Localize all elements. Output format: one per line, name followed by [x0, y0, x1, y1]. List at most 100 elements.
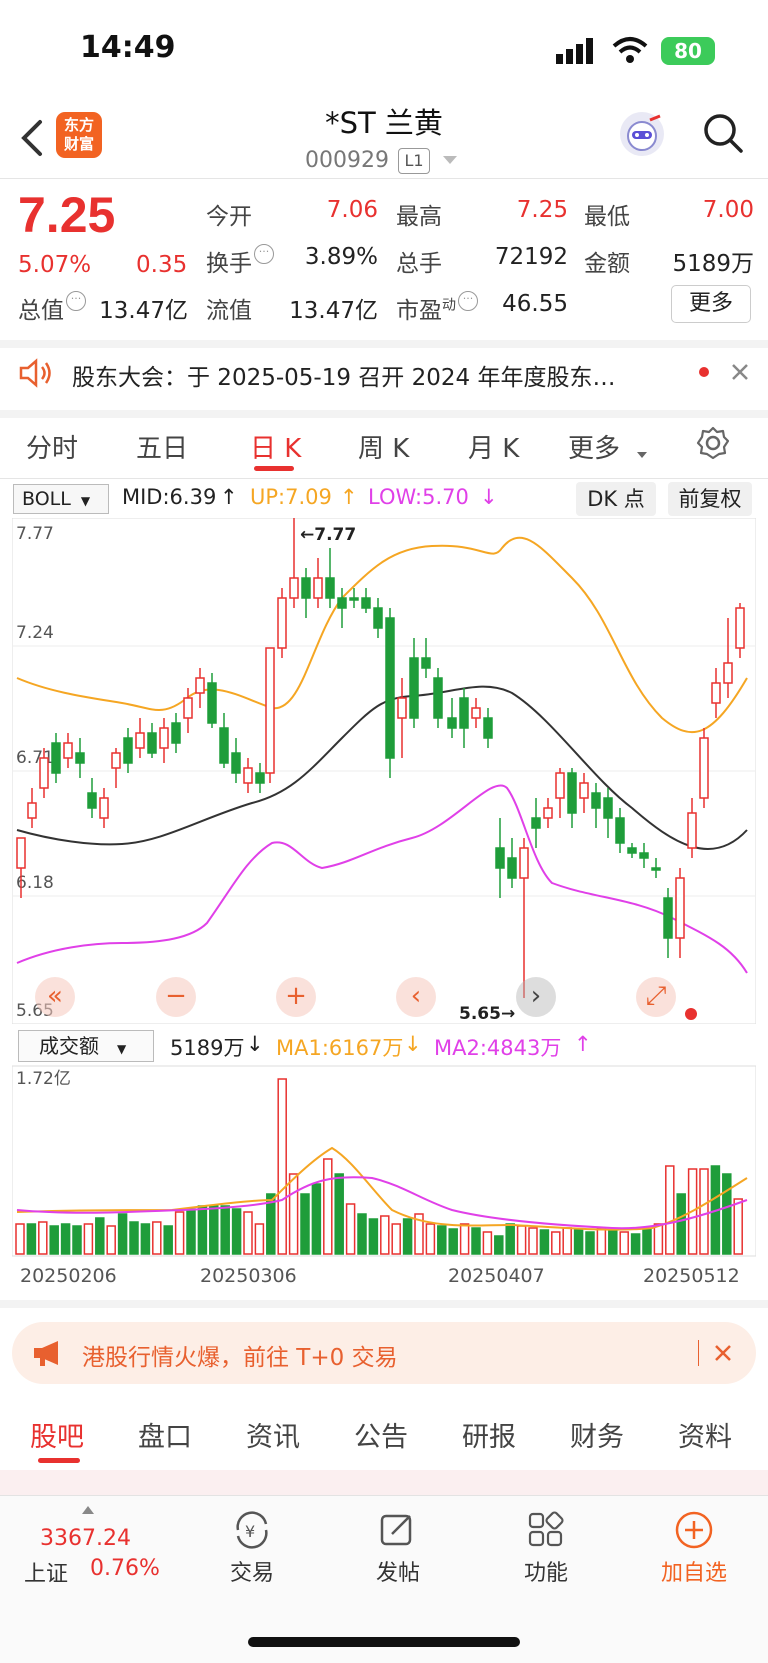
close-icon[interactable]	[730, 362, 750, 382]
change-percent: 5.07%	[18, 252, 92, 278]
scroll-to-start-button[interactable]: «	[35, 977, 75, 1017]
nav-functions-label[interactable]: 功能	[496, 1555, 596, 1587]
volume-bar	[243, 1211, 253, 1255]
volume-bar	[49, 1225, 59, 1255]
candle-body	[361, 597, 371, 609]
edit-post-icon[interactable]	[378, 1510, 418, 1550]
candle-body	[735, 607, 745, 649]
volume-bar	[608, 1229, 618, 1255]
scroll-right-button[interactable]: ›	[516, 977, 556, 1017]
promo-text[interactable]: 港股行情火爆，前往 T+0 交易	[82, 1338, 398, 1372]
index-value[interactable]: 3367.24	[40, 1526, 131, 1551]
nav-post-label[interactable]: 发帖	[348, 1555, 448, 1587]
wifi-icon	[612, 37, 648, 63]
info-icon[interactable]: ···	[66, 291, 86, 311]
tab-monthly-k[interactable]: 月 K	[468, 428, 519, 465]
tab-research[interactable]: 研报	[462, 1415, 516, 1454]
chevron-down-icon[interactable]	[443, 156, 457, 166]
volume-bar	[528, 1227, 538, 1255]
trade-icon[interactable]: ¥	[230, 1510, 274, 1550]
candle-body	[123, 737, 133, 764]
stock-code: 000929	[305, 148, 389, 173]
candle-body	[27, 802, 37, 819]
candle-body	[603, 797, 613, 819]
candle-body	[99, 797, 109, 819]
candle-body	[507, 857, 517, 879]
date-label: 20250306	[200, 1265, 297, 1287]
tab-intraday[interactable]: 分时	[26, 428, 78, 465]
close-icon[interactable]	[714, 1344, 732, 1362]
amount-label: 金额	[584, 251, 630, 277]
caret-up-icon[interactable]	[82, 1506, 94, 1514]
tab-more[interactable]: 更多	[568, 428, 620, 465]
volume-bar	[140, 1223, 151, 1255]
tab-profile[interactable]: 资料	[678, 1415, 732, 1454]
search-icon[interactable]	[702, 112, 744, 154]
nav-add-watchlist-label[interactable]: 加自选	[644, 1555, 744, 1587]
candle-body	[543, 807, 553, 819]
scroll-left-button[interactable]: ‹	[396, 977, 436, 1017]
volume-bar	[391, 1223, 401, 1255]
volume-bar	[676, 1193, 686, 1255]
signal-icon	[556, 38, 593, 64]
volume-bar	[448, 1228, 458, 1255]
candle-body	[219, 727, 229, 764]
notice-text[interactable]: 股东大会：于 2025-05-19 召开 2024 年年度股东…	[72, 358, 615, 392]
open-label: 今开	[206, 204, 252, 230]
arrow-up-icon: ↑	[340, 485, 358, 509]
zoom-in-button[interactable]: +	[276, 977, 316, 1017]
zoom-out-button[interactable]: −	[156, 977, 196, 1017]
candle-body	[567, 772, 577, 814]
kline-chart[interactable]: 7.77 7.24 6.71 6.18 5.65 ←7.77 5.65→	[12, 518, 756, 1024]
candle-body	[87, 792, 97, 809]
volume-chart[interactable]: 1.72亿	[12, 1060, 756, 1258]
volume-ma2: MA2:4843万	[434, 1036, 562, 1060]
candle-body	[519, 847, 529, 879]
candle-body	[555, 772, 565, 799]
grid-functions-icon[interactable]	[526, 1510, 566, 1550]
tab-daily-k[interactable]: 日 K	[250, 428, 301, 465]
arrow-down-icon: ↓	[246, 1032, 264, 1056]
volume-bar	[95, 1217, 105, 1255]
more-button[interactable]: 更多	[671, 285, 751, 323]
candle-body	[495, 847, 505, 869]
add-circle-icon[interactable]	[674, 1510, 714, 1550]
candle-body	[289, 577, 299, 599]
tab-weekly-k[interactable]: 周 K	[358, 428, 409, 465]
info-icon[interactable]: ···	[458, 291, 478, 311]
fullscreen-icon[interactable]: ⤢	[636, 977, 676, 1017]
tab-order-book[interactable]: 盘口	[138, 1415, 192, 1454]
volume-bar	[368, 1218, 379, 1255]
tab-five-day[interactable]: 五日	[136, 428, 188, 465]
tab-news[interactable]: 资讯	[246, 1415, 300, 1454]
volume-bar	[254, 1223, 265, 1255]
candle-body	[111, 752, 121, 769]
index-change-pct[interactable]: 0.76%	[90, 1556, 160, 1581]
candle-body	[63, 742, 73, 759]
assistant-robot-icon[interactable]	[620, 112, 664, 156]
volume-bar	[186, 1208, 196, 1255]
candle-body	[409, 657, 419, 719]
info-icon[interactable]: ···	[254, 244, 274, 264]
volume-y-top: 1.72亿	[16, 1069, 71, 1089]
candle-body	[531, 817, 541, 829]
tab-financials[interactable]: 财务	[570, 1415, 624, 1454]
tab-announcements[interactable]: 公告	[354, 1415, 408, 1454]
dk-point-button[interactable]: DK 点	[576, 482, 656, 516]
volume-bar	[630, 1233, 641, 1255]
index-name[interactable]: 上证	[24, 1556, 68, 1588]
gear-icon[interactable]	[696, 426, 730, 460]
volume-bar	[653, 1223, 664, 1255]
volume-bar	[323, 1158, 333, 1255]
turnover-value: 3.89%	[304, 244, 378, 270]
tab-forum[interactable]: 股吧	[30, 1415, 84, 1454]
forward-adjust-button[interactable]: 前复权	[668, 482, 752, 516]
nav-trade-label[interactable]: 交易	[202, 1555, 302, 1587]
indicator-select[interactable]: BOLL ▼	[13, 484, 109, 514]
volume-bar	[459, 1223, 470, 1255]
volume-indicator-select[interactable]: 成交额 ▼	[18, 1030, 154, 1062]
volume-bar	[231, 1208, 242, 1255]
volume-bar	[129, 1221, 139, 1255]
active-tab-indicator	[38, 1458, 80, 1463]
volume-bar	[494, 1235, 504, 1255]
